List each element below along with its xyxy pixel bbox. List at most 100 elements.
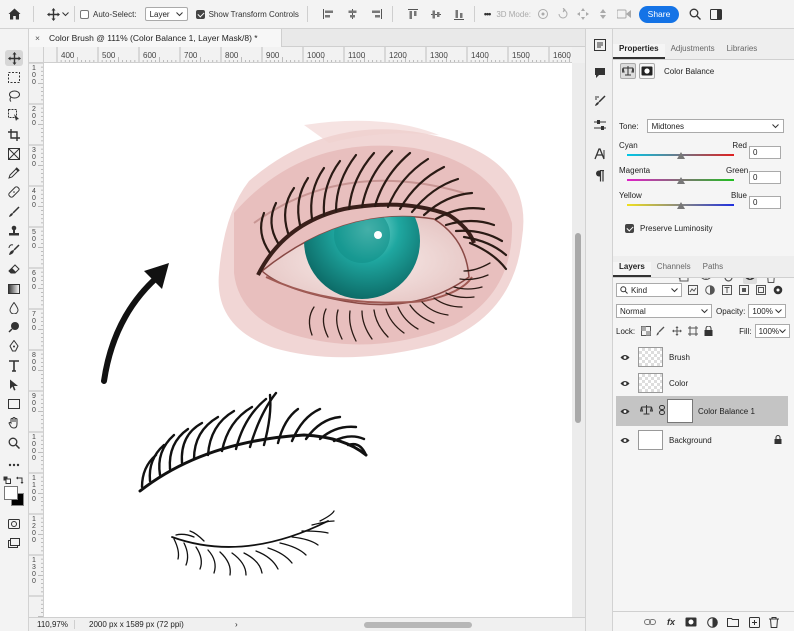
edit-toolbar-button[interactable] [5,457,23,473]
pan-3d-icon[interactable] [577,8,589,20]
slider-value-field[interactable]: 0 [749,196,781,209]
tone-dropdown[interactable]: Midtones [646,119,784,133]
opacity-field[interactable]: 100% [748,304,787,318]
layer-row-color[interactable]: Color [616,370,788,396]
tab-adjustments[interactable]: Adjustments [665,44,721,59]
foreground-color-swatch[interactable] [4,486,18,500]
ruler-origin[interactable] [29,47,44,63]
lasso-tool[interactable] [5,88,23,104]
status-menu-arrow[interactable]: › [235,620,238,629]
slider-value-field[interactable]: 0 [749,146,781,159]
screen-mode-button[interactable] [5,535,23,551]
new-layer-icon[interactable] [747,615,761,629]
align-bottom-edges-icon[interactable] [453,9,464,20]
zoom-level[interactable]: 110,97% [29,620,75,629]
preserve-luminosity[interactable]: Preserve Luminosity [625,224,712,233]
tab-channels[interactable]: Channels [651,262,697,277]
cyan-red-slider[interactable]: Cyan Red 0 [619,141,789,166]
current-tool-preset[interactable] [47,7,69,21]
layer-row-color-balance[interactable]: Color Balance 1 [616,396,788,426]
brush-tool[interactable] [5,204,23,220]
pen-tool[interactable] [5,338,23,354]
new-adjustment-layer-icon[interactable] [705,615,719,629]
comments-panel-button[interactable] [592,65,608,81]
scale-3d-icon[interactable] [617,8,631,20]
dodge-tool[interactable] [5,319,23,335]
move-tool[interactable] [5,50,23,66]
adjustments-sliders-button[interactable] [592,117,608,133]
color-swatches[interactable] [3,476,26,514]
delete-layer-icon[interactable] [767,615,781,629]
align-vertical-centers-icon[interactable] [430,9,441,20]
vertical-ruler[interactable]: 100 200 300 400 500 600 700 800 900 1000 1100 1200 1… [29,63,44,617]
hand-tool[interactable] [5,415,23,431]
eyedropper-tool[interactable] [5,165,23,181]
preserve-luminosity-checkbox[interactable] [625,224,634,233]
tab-paths[interactable]: Paths [697,262,729,277]
document-tab[interactable]: × Color Brush @ 111% (Color Balance 1, L… [29,29,282,47]
auto-select-checkbox[interactable] [80,9,89,19]
horizontal-scrollbar-thumb[interactable] [364,622,472,628]
eye-icon[interactable] [616,437,634,444]
filter-toggle-icon[interactable] [772,284,784,296]
layer-row-brush[interactable]: Brush [616,344,788,370]
align-left-edges-icon[interactable] [322,9,334,19]
tab-libraries[interactable]: Libraries [721,44,764,59]
history-brush-tool[interactable] [5,242,23,258]
roll-3d-icon[interactable] [557,8,569,20]
magenta-green-slider[interactable]: Magenta Green 0 [619,166,789,191]
auto-select-target-dropdown[interactable]: Layer [144,7,188,21]
blur-tool[interactable] [5,300,23,316]
blend-mode-dropdown[interactable]: Normal [616,304,712,318]
marquee-tool[interactable] [5,69,23,85]
swap-colors-icon[interactable] [16,476,24,486]
slider-knob[interactable] [676,152,685,159]
layer-filter-dropdown[interactable]: Kind [616,283,682,297]
rectangle-tool[interactable] [5,396,23,412]
fill-field[interactable]: 100% [754,324,791,338]
tab-layers[interactable]: Layers [613,262,651,277]
eye-icon[interactable] [616,380,634,387]
slider-knob[interactable] [676,202,685,209]
workspace-icon[interactable] [710,8,722,20]
tab-properties[interactable]: Properties [613,44,665,59]
slider-knob[interactable] [676,177,685,184]
lock-artboard-icon[interactable] [687,325,699,337]
filter-type-icon[interactable] [721,284,733,296]
zoom-tool[interactable] [5,435,23,451]
align-top-edges-icon[interactable] [407,8,418,20]
paragraph-panel-button[interactable] [592,168,608,184]
layer-mask-button[interactable] [639,63,655,79]
lock-transparent-icon[interactable] [640,325,651,337]
brush-settings-button[interactable] [592,93,608,109]
slide-3d-icon[interactable] [597,8,609,20]
lock-icon[interactable] [774,434,782,446]
eye-icon[interactable] [616,408,634,415]
lock-position-icon[interactable] [672,325,683,337]
search-icon[interactable] [689,8,701,20]
layer-style-button[interactable]: fx [664,615,678,629]
adjustment-type-button[interactable] [620,63,636,79]
align-right-edges-icon[interactable] [371,9,382,19]
lock-all-icon[interactable] [703,325,714,337]
filter-shape-icon[interactable] [738,284,750,296]
eye-icon[interactable] [616,354,634,361]
filter-smart-object-icon[interactable] [755,284,767,296]
close-tab-button[interactable]: × [35,33,40,43]
document-canvas[interactable] [44,63,572,617]
orbit-3d-icon[interactable] [537,8,549,20]
add-mask-icon[interactable] [684,615,698,629]
layer-row-background[interactable]: Background [616,427,788,453]
filter-pixel-icon[interactable] [687,284,699,296]
new-group-icon[interactable] [726,615,740,629]
home-button[interactable] [0,0,28,29]
filter-adjustment-icon[interactable] [704,284,716,296]
crop-tool[interactable] [5,127,23,143]
layer-mask-thumbnail[interactable] [667,399,693,423]
link-icon[interactable] [659,405,665,417]
history-panel-button[interactable] [592,37,608,53]
link-layers-icon[interactable] [643,615,657,629]
clone-stamp-tool[interactable] [5,223,23,239]
lock-image-icon[interactable] [656,325,667,337]
align-horizontal-centers-icon[interactable] [347,9,358,19]
